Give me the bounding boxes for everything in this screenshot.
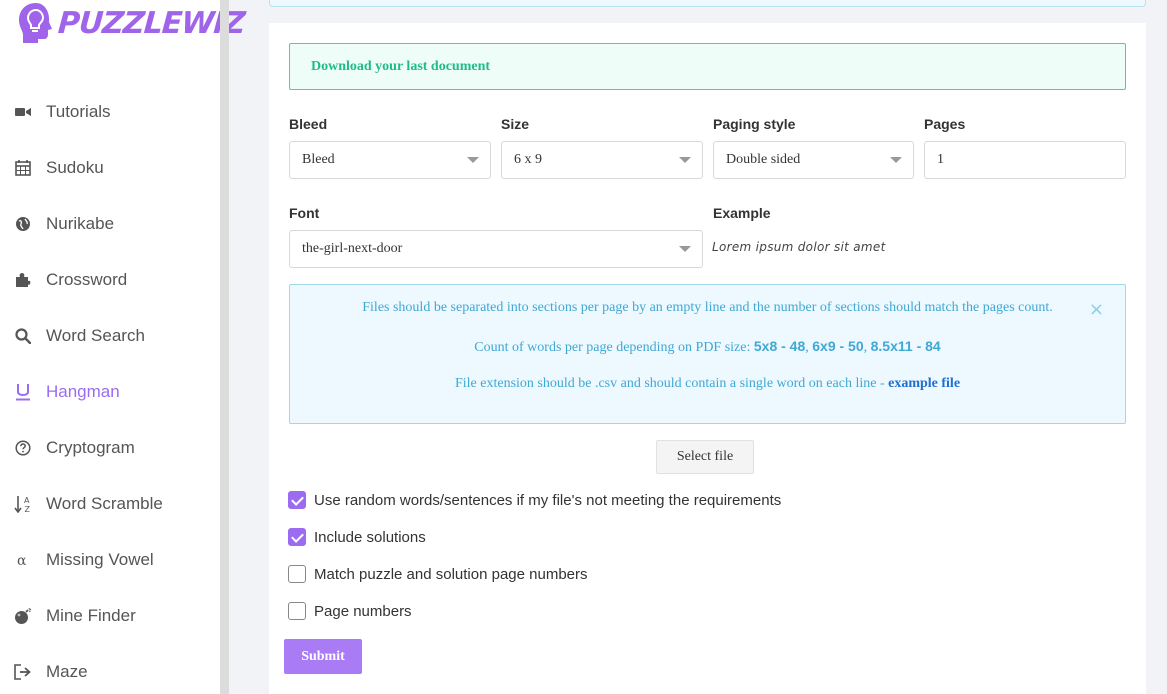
size-6x9-count: 6x9 - 50 xyxy=(812,338,864,354)
paging-style-select-value: Double sided xyxy=(726,152,801,167)
sidebar-item-label: Tutorials xyxy=(46,102,111,121)
option-label: Match puzzle and solution page numbers xyxy=(314,565,588,583)
font-example-text: Lorem ipsum dolor sit amet xyxy=(712,240,886,254)
pages-input[interactable] xyxy=(924,141,1126,179)
sidebar-item-label: Maze xyxy=(46,662,88,681)
search-icon xyxy=(12,325,34,347)
chevron-down-icon xyxy=(679,246,691,252)
previous-panel-edge xyxy=(269,0,1146,7)
sidebar: PUZZLEWIZ Tutorials Sudoku Nurikabe Cros… xyxy=(0,0,246,694)
puzzle-piece-icon xyxy=(12,269,34,291)
example-label: Example xyxy=(713,205,771,221)
sidebar-item-cryptogram[interactable]: Cryptogram xyxy=(0,420,220,476)
sidebar-item-missing-vowel[interactable]: α Missing Vowel xyxy=(0,532,220,588)
option-label: Page numbers xyxy=(314,602,412,620)
option-label: Include solutions xyxy=(314,528,426,546)
option-include-solutions[interactable]: Include solutions xyxy=(288,528,426,546)
info-word-count-line: Count of words per page depending on PDF… xyxy=(290,338,1125,356)
pages-label: Pages xyxy=(924,116,966,132)
option-page-numbers[interactable]: Page numbers xyxy=(288,602,412,620)
checkbox-random-words[interactable] xyxy=(288,491,306,509)
checkbox-page-numbers[interactable] xyxy=(288,602,306,620)
sidebar-item-label: Sudoku xyxy=(46,158,104,177)
question-circle-icon xyxy=(12,437,34,459)
sidebar-item-label: Word Search xyxy=(46,326,145,345)
paging-style-select[interactable]: Double sided xyxy=(713,141,914,179)
option-random-words[interactable]: Use random words/sentences if my file's … xyxy=(288,491,781,509)
size-label: Size xyxy=(501,116,530,132)
submit-button[interactable]: Submit xyxy=(284,639,362,674)
info-sections-line: Files should be separated into sections … xyxy=(362,300,1053,315)
download-last-document-link[interactable]: Download your last document xyxy=(289,43,1126,90)
sidebar-nav: Tutorials Sudoku Nurikabe Crossword Word… xyxy=(0,84,220,694)
generator-form-card: Download your last document Bleed Bleed … xyxy=(269,23,1146,694)
chevron-down-icon xyxy=(890,157,902,163)
sidebar-item-label: Mine Finder xyxy=(46,606,136,625)
sidebar-item-tutorials[interactable]: Tutorials xyxy=(0,84,220,140)
size-8-5x11-count: 8.5x11 - 84 xyxy=(870,338,941,354)
sidebar-item-label: Cryptogram xyxy=(46,438,135,457)
svg-text:A: A xyxy=(24,496,30,505)
file-requirements-info: × Files should be separated into section… xyxy=(289,284,1126,424)
sidebar-scrollbar[interactable] xyxy=(220,0,229,694)
chevron-down-icon xyxy=(679,157,691,163)
sidebar-item-sudoku[interactable]: Sudoku xyxy=(0,140,220,196)
sidebar-item-label: Missing Vowel xyxy=(46,550,154,569)
checkbox-include-solutions[interactable] xyxy=(288,528,306,546)
brand-name: PUZZLEWIZ xyxy=(56,5,246,41)
sidebar-item-nurikabe[interactable]: Nurikabe xyxy=(0,196,220,252)
sidebar-item-hangman[interactable]: Hangman xyxy=(0,364,220,420)
bomb-icon xyxy=(12,605,34,627)
select-file-button[interactable]: Select file xyxy=(656,440,754,474)
info-extension-line: File extension should be .csv and should… xyxy=(290,376,1125,392)
svg-text:Z: Z xyxy=(25,505,31,513)
info-separator: , xyxy=(863,340,871,355)
lightbulb-head-icon xyxy=(19,3,52,43)
checkbox-match-page-numbers[interactable] xyxy=(288,565,306,583)
size-select[interactable]: 6 x 9 xyxy=(501,141,703,179)
info-extension-prefix: File extension should be .csv and should… xyxy=(454,376,889,391)
size-select-value: 6 x 9 xyxy=(514,152,542,167)
example-file-link[interactable]: example file xyxy=(888,376,960,391)
bleed-select[interactable]: Bleed xyxy=(289,141,491,179)
video-camera-icon xyxy=(12,101,34,123)
size-5x8-count: 5x8 - 48 xyxy=(753,338,806,354)
bleed-select-value: Bleed xyxy=(302,152,335,167)
option-match-page-numbers[interactable]: Match puzzle and solution page numbers xyxy=(288,565,588,583)
font-label: Font xyxy=(289,205,320,221)
chevron-down-icon xyxy=(467,157,479,163)
option-label: Use random words/sentences if my file's … xyxy=(314,491,782,509)
sidebar-item-word-search[interactable]: Word Search xyxy=(0,308,220,364)
font-select[interactable]: the-girl-next-door xyxy=(289,230,703,268)
sort-alpha-icon: AZ xyxy=(12,493,34,515)
calendar-grid-icon xyxy=(12,157,34,179)
sidebar-item-label: Nurikabe xyxy=(46,214,115,233)
alpha-icon: α xyxy=(12,549,34,571)
globe-icon xyxy=(12,213,34,235)
sidebar-item-maze[interactable]: Maze xyxy=(0,644,220,694)
font-select-value: the-girl-next-door xyxy=(302,241,403,256)
info-word-count-prefix: Count of words per page depending on PDF… xyxy=(474,340,754,355)
sidebar-item-word-scramble[interactable]: AZ Word Scramble xyxy=(0,476,220,532)
bleed-label: Bleed xyxy=(289,116,328,132)
sidebar-item-label: Crossword xyxy=(46,270,128,289)
underline-u-icon xyxy=(12,381,34,403)
sidebar-item-mine-finder[interactable]: Mine Finder xyxy=(0,588,220,644)
sidebar-item-crossword[interactable]: Crossword xyxy=(0,252,220,308)
sidebar-item-label: Hangman xyxy=(46,382,120,401)
sidebar-item-label: Word Scramble xyxy=(46,494,163,513)
brand-logo[interactable]: PUZZLEWIZ xyxy=(16,0,246,46)
paging-style-label: Paging style xyxy=(713,116,796,132)
svg-text:α: α xyxy=(17,553,27,567)
sign-out-icon xyxy=(12,661,34,683)
